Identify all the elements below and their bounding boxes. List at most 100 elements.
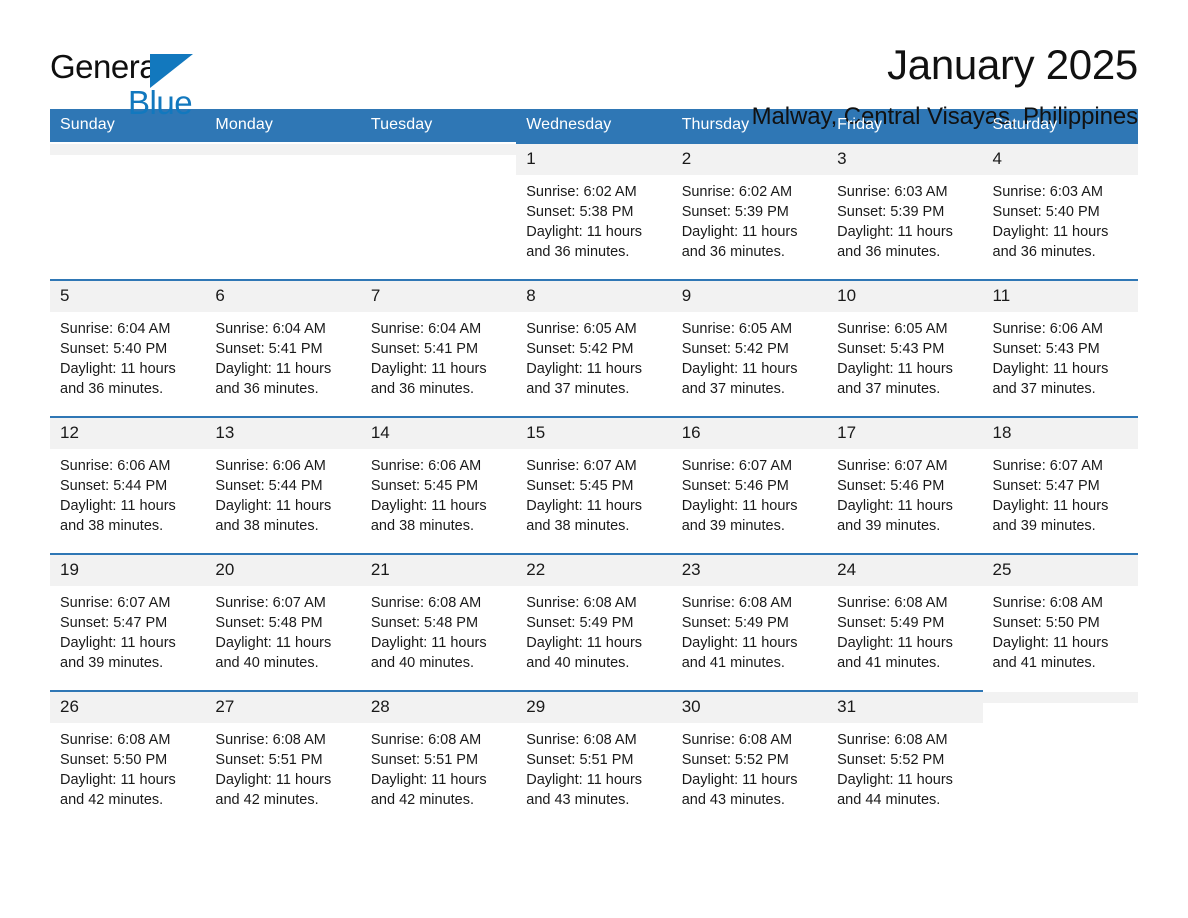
day-number: 6 [205,281,361,312]
day-number: 11 [982,281,1138,312]
day-number: 27 [205,692,361,723]
calendar-day-cell[interactable]: 18 Sunrise: 6:07 AM Sunset: 5:47 PM Dayligh… [982,416,1138,554]
day-details: Sunrise: 6:07 AM Sunset: 5:48 PM Daylight:… [205,586,360,673]
sunset-text: Sunset: 5:46 PM [837,478,945,494]
daylight-text: Daylight: 11 hours and 41 minutes. [992,635,1109,671]
day-details: Sunrise: 6:07 AM Sunset: 5:47 PM Daylight:… [983,449,1138,536]
calendar-day-cell[interactable]: 26 Sunrise: 6:08 AM Sunset: 5:50 PM Dayligh… [50,690,206,827]
day-number: 30 [671,692,828,723]
day-details: Sunrise: 6:06 AM Sunset: 5:44 PM Daylight:… [205,449,360,536]
sunrise-text: Sunrise: 6:08 AM [837,732,948,748]
sunrise-text: Sunrise: 6:06 AM [60,458,171,474]
sunset-text: Sunset: 5:48 PM [370,615,479,631]
calendar-week-row: 19 Sunrise: 6:07 AM Sunset: 5:47 PM Dayligh… [50,553,1138,691]
day-number: 12 [50,418,206,449]
calendar-day-cell[interactable]: 27 Sunrise: 6:08 AM Sunset: 5:51 PM Dayligh… [205,690,361,827]
calendar-week-row: 1 Sunrise: 6:02 AM Sunset: 5:38 PM Daylight… [50,142,1138,280]
sunset-text: Sunset: 5:41 PM [215,341,323,357]
general-blue-logo[interactable]: General Blue [50,42,210,119]
page-subtitle: Malway, Central Visayas, Philippines [751,103,1138,130]
calendar-day-cell[interactable]: 28 Sunrise: 6:08 AM Sunset: 5:51 PM Dayligh… [360,690,517,827]
sunset-text: Sunset: 5:41 PM [370,341,479,357]
calendar-day-cell[interactable]: 1 Sunrise: 6:02 AM Sunset: 5:38 PM Daylight… [516,142,672,280]
calendar-week-row: 26 Sunrise: 6:08 AM Sunset: 5:50 PM Dayligh… [50,690,1138,827]
day-details: Sunrise: 6:08 AM Sunset: 5:52 PM Daylight:… [672,723,827,810]
daylight-text: Daylight: 11 hours and 39 minutes. [681,498,798,534]
daylight-text: Daylight: 11 hours and 38 minutes. [215,498,332,534]
sunset-text: Sunset: 5:50 PM [992,615,1100,631]
calendar-day-cell[interactable]: 5 Sunrise: 6:04 AM Sunset: 5:40 PM Daylight… [50,279,206,417]
daylight-text: Daylight: 11 hours and 41 minutes. [681,635,798,671]
calendar-day-cell[interactable]: 23 Sunrise: 6:08 AM Sunset: 5:49 PM Dayligh… [671,553,828,691]
weekday-header-wednesday: Wednesday [516,109,672,143]
calendar-day-cell[interactable]: 8 Sunrise: 6:05 AM Sunset: 5:42 PM Daylight… [516,279,672,417]
calendar-day-cell[interactable]: 6 Sunrise: 6:04 AM Sunset: 5:41 PM Daylight… [205,279,361,417]
calendar-day-cell[interactable]: 24 Sunrise: 6:08 AM Sunset: 5:49 PM Dayligh… [827,553,983,691]
day-details: Sunrise: 6:04 AM Sunset: 5:40 PM Daylight:… [50,312,205,399]
calendar-day-cell[interactable]: 10 Sunrise: 6:05 AM Sunset: 5:43 PM Dayligh… [827,279,983,417]
day-details: Sunrise: 6:02 AM Sunset: 5:39 PM Daylight:… [672,175,827,262]
calendar-day-cell[interactable]: 21 Sunrise: 6:08 AM Sunset: 5:48 PM Dayligh… [360,553,517,691]
sunset-text: Sunset: 5:51 PM [526,752,634,768]
calendar-day-cell[interactable]: 25 Sunrise: 6:08 AM Sunset: 5:50 PM Dayligh… [982,553,1138,691]
daylight-text: Daylight: 11 hours and 44 minutes. [837,772,953,808]
calendar-day-cell[interactable]: 7 Sunrise: 6:04 AM Sunset: 5:41 PM Daylight… [360,279,517,417]
sunset-text: Sunset: 5:40 PM [60,341,168,357]
calendar-day-cell[interactable]: 16 Sunrise: 6:07 AM Sunset: 5:46 PM Dayligh… [671,416,828,554]
calendar-day-cell[interactable]: 20 Sunrise: 6:07 AM Sunset: 5:48 PM Dayligh… [205,553,361,691]
day-details: Sunrise: 6:08 AM Sunset: 5:49 PM Daylight:… [672,586,827,673]
day-details: Sunrise: 6:08 AM Sunset: 5:49 PM Daylight:… [516,586,671,673]
calendar-day-cell[interactable]: 9 Sunrise: 6:05 AM Sunset: 5:42 PM Daylight… [671,279,828,417]
calendar-day-cell[interactable]: 15 Sunrise: 6:07 AM Sunset: 5:45 PM Dayligh… [516,416,672,554]
calendar-day-cell[interactable]: 14 Sunrise: 6:06 AM Sunset: 5:45 PM Dayligh… [360,416,517,554]
day-number: 3 [827,144,983,175]
title-block: January 2025 Malway, Central Visayas, Ph… [751,42,1139,132]
day-details: Sunrise: 6:07 AM Sunset: 5:45 PM Daylight:… [516,449,671,536]
calendar-day-cell[interactable]: 30 Sunrise: 6:08 AM Sunset: 5:52 PM Dayligh… [671,690,828,827]
sunrise-text: Sunrise: 6:02 AM [526,184,637,200]
daylight-text: Daylight: 11 hours and 43 minutes. [526,772,643,808]
calendar-day-cell[interactable]: 12 Sunrise: 6:06 AM Sunset: 5:44 PM Dayligh… [50,416,206,554]
day-details: Sunrise: 6:08 AM Sunset: 5:50 PM Daylight:… [983,586,1138,673]
day-details: Sunrise: 6:04 AM Sunset: 5:41 PM Daylight:… [361,312,516,399]
daylight-text: Daylight: 11 hours and 36 minutes. [837,224,953,260]
day-number [205,144,361,155]
calendar-day-cell[interactable]: 17 Sunrise: 6:07 AM Sunset: 5:46 PM Dayligh… [827,416,983,554]
sunrise-text: Sunrise: 6:07 AM [992,458,1103,474]
sunrise-text: Sunrise: 6:08 AM [526,595,637,611]
logo-text-blue: Blue [128,84,193,121]
day-number: 15 [516,418,672,449]
sunrise-text: Sunrise: 6:02 AM [681,184,793,200]
day-number: 18 [982,418,1138,449]
day-number: 5 [50,281,206,312]
calendar-day-cell[interactable]: 29 Sunrise: 6:08 AM Sunset: 5:51 PM Dayligh… [516,690,672,827]
day-details: Sunrise: 6:06 AM Sunset: 5:44 PM Daylight:… [50,449,205,536]
calendar-day-cell[interactable]: 11 Sunrise: 6:06 AM Sunset: 5:43 PM Dayligh… [982,279,1138,417]
daylight-text: Daylight: 11 hours and 36 minutes. [215,361,332,397]
calendar-table: Sunday Monday Tuesday Wednesday Thursday… [50,109,1138,827]
page-header: General Blue January 2025 Malway, Centra… [50,0,1138,131]
sunset-text: Sunset: 5:51 PM [215,752,323,768]
daylight-text: Daylight: 11 hours and 36 minutes. [526,224,643,260]
day-number: 26 [50,692,206,723]
calendar-day-cell[interactable]: 22 Sunrise: 6:08 AM Sunset: 5:49 PM Dayligh… [516,553,672,691]
day-number: 24 [827,555,983,586]
day-details: Sunrise: 6:05 AM Sunset: 5:42 PM Daylight:… [516,312,671,399]
calendar-day-cell[interactable]: 4 Sunrise: 6:03 AM Sunset: 5:40 PM Daylight… [982,142,1138,280]
calendar-day-cell[interactable]: 31 Sunrise: 6:08 AM Sunset: 5:52 PM Dayligh… [827,690,983,827]
calendar-day-cell[interactable]: 19 Sunrise: 6:07 AM Sunset: 5:47 PM Dayligh… [50,553,206,691]
daylight-text: Daylight: 11 hours and 36 minutes. [992,224,1109,260]
weekday-header-monday: Monday [205,109,361,143]
calendar-day-cell[interactable]: 3 Sunrise: 6:03 AM Sunset: 5:39 PM Daylight… [827,142,983,280]
sunrise-text: Sunrise: 6:08 AM [681,732,793,748]
daylight-text: Daylight: 11 hours and 36 minutes. [370,361,487,397]
sunset-text: Sunset: 5:42 PM [526,341,634,357]
daylight-text: Daylight: 11 hours and 41 minutes. [837,635,953,671]
day-details: Sunrise: 6:06 AM Sunset: 5:45 PM Daylight:… [361,449,516,536]
calendar-day-cell[interactable]: 2 Sunrise: 6:02 AM Sunset: 5:39 PM Daylight… [671,142,828,280]
day-number: 20 [205,555,361,586]
calendar-day-cell[interactable]: 13 Sunrise: 6:06 AM Sunset: 5:44 PM Dayligh… [205,416,361,554]
sunset-text: Sunset: 5:49 PM [526,615,634,631]
day-number: 19 [50,555,206,586]
day-number: 7 [360,281,517,312]
